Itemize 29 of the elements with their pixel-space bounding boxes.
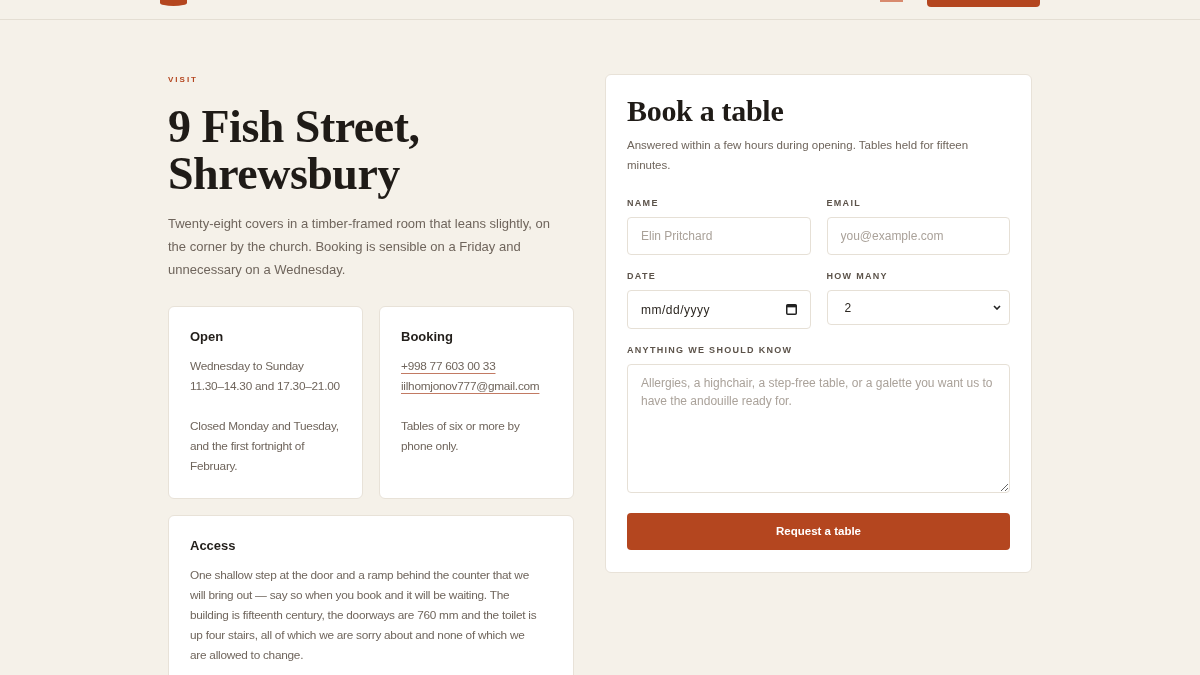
logo-mark[interactable] <box>160 0 187 6</box>
field-label: HOW MANY <box>826 270 889 282</box>
contact-link[interactable]: +998 77 603 00 33 <box>401 356 496 376</box>
card-text: One shallow step at the door and a ramp behind the counter that we will bring out — say so when you book and it will be waiting. The building is fifteenth century, the doorways are 760 mm and the toilet is up four stairs, all of which we are sorry about and none of which we are allowed to change. <box>190 567 538 664</box>
card-text: Closed Monday and Tuesday, and the first fortnight of February. <box>190 418 340 475</box>
calendar-icon[interactable] <box>785 304 797 315</box>
card-text: Tables of six or more by phone only. <box>401 418 521 455</box>
eyebrow-label: VISIT <box>168 74 199 86</box>
name-input[interactable]: Elin Pritchard <box>627 217 811 255</box>
active-link-underline <box>880 0 903 2</box>
card-title: Booking <box>401 328 454 346</box>
date-input[interactable]: mm/dd/yyyy <box>627 290 811 329</box>
field-label: DATE <box>627 270 658 282</box>
contact-link[interactable]: iilhomjonov777@gmail.com <box>401 376 540 396</box>
field-label: NAME <box>627 197 660 209</box>
guests-select[interactable]: 2 <box>826 290 1010 325</box>
request-table-button[interactable]: Request a table <box>627 513 1010 550</box>
form-title: Book a table <box>627 93 785 129</box>
intro-text: Twenty-eight covers in a timber-framed room that leans slightly, on the corner by the church. Booking is sensible on a Friday and unnecessary on a Wednesday. <box>168 215 551 279</box>
page-title: 9 Fish Street, Shrewsbury <box>168 103 421 197</box>
form-note: Answered within a few hours during opening. Tables held for fifteen minutes. <box>627 138 970 173</box>
notes-textarea[interactable]: Allergies, a highchair, a step-free table, or a galette you want us to have the andouille ready for. <box>627 364 1010 493</box>
hours-text: Wednesday to Sunday 11.30–14.30 and 17.30–21.00 <box>190 358 341 395</box>
chevron-down-icon <box>993 305 1001 310</box>
field-label: ANYTHING WE SHOULD KNOW <box>627 344 794 356</box>
card-title: Access <box>190 537 237 555</box>
email-input[interactable]: you@example.com <box>826 217 1010 255</box>
card-title: Open <box>190 328 225 346</box>
field-label: EMAIL <box>826 197 862 209</box>
